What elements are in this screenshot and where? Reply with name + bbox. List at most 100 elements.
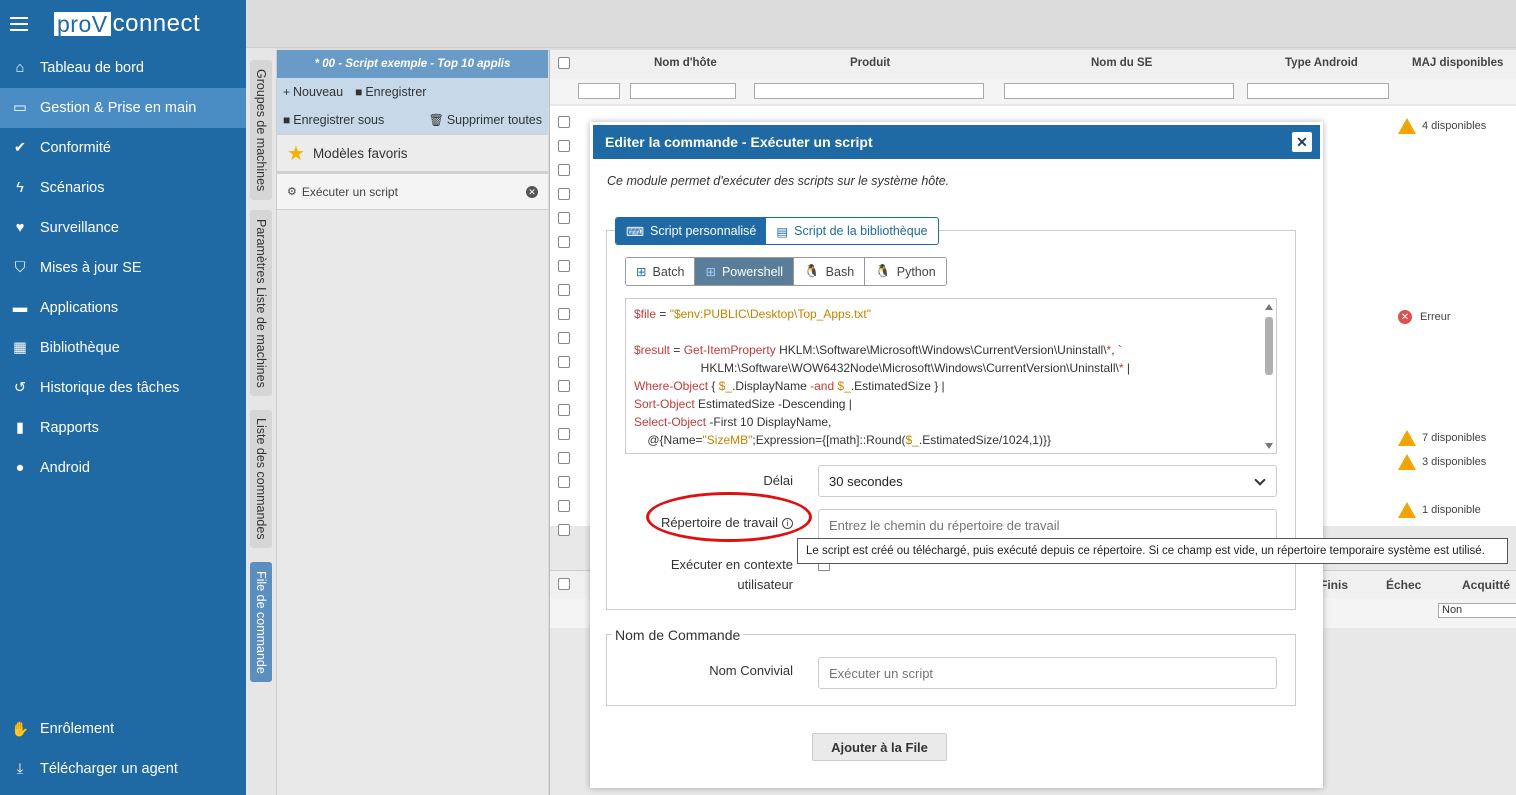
vtab-machine-list-settings[interactable]: Paramètres Liste de machines [250, 210, 272, 396]
script-editor[interactable]: $file = "$env:PUBLIC\Desktop\Top_Apps.tx… [625, 298, 1277, 454]
sidebar-item-5[interactable]: ⛉ Mises à jour SE [0, 248, 246, 288]
code-token: $_ [837, 379, 851, 393]
workdir-input[interactable] [818, 509, 1277, 541]
row-checkbox[interactable] [558, 236, 570, 248]
tab-library-script[interactable]: ▤ Script de la bibliothèque [766, 218, 937, 244]
sidebar-bottom-item-label: Télécharger un agent [40, 761, 178, 777]
row-checkbox[interactable] [558, 404, 570, 416]
add-to-queue-button[interactable]: Ajouter à la File [812, 733, 947, 761]
col-acknowledged[interactable]: Acquitté [1462, 578, 1510, 592]
shield-icon: ⛉ [14, 260, 26, 276]
col-updates[interactable]: MAJ disponibles [1412, 57, 1503, 69]
edit-command-modal: Editer la commande - Exécuter un script … [590, 122, 1508, 788]
code-token: HKLM:\Software\Microsoft\Windows\Current… [775, 343, 1107, 357]
filter-os-name[interactable] [1004, 83, 1234, 99]
history-icon: ↺ [13, 380, 27, 396]
queue-toolbar-row2: ■ Enregistrer sous 🗑 Supprimer toutes [277, 106, 548, 134]
delete-all-button[interactable]: 🗑 Supprimer toutes [429, 113, 542, 127]
sidebar-bottom-item-0[interactable]: ✋ Enrôlement [0, 709, 246, 749]
tab-custom-script[interactable]: ⌨ Script personnalisé [616, 218, 767, 244]
row-checkbox[interactable] [558, 356, 570, 368]
sidebar-item-10[interactable]: ● Android [0, 448, 246, 488]
tab-bash[interactable]: 🐧 Bash [794, 258, 866, 285]
updates-cell: 1 disponible [1398, 502, 1481, 518]
code-token: Where-Object [634, 379, 709, 393]
row-checkbox[interactable] [558, 140, 570, 152]
col-os-name[interactable]: Nom du SE [1091, 57, 1152, 69]
row-checkbox[interactable] [558, 524, 570, 536]
new-button[interactable]: + Nouveau [283, 85, 343, 99]
sidebar-item-6[interactable]: ▬ Applications [0, 288, 246, 328]
delay-label: Délai [763, 473, 793, 488]
col-hostname[interactable]: Nom d'hôte [654, 57, 717, 69]
sidebar-item-3[interactable]: ϟ Scénarios [0, 168, 246, 208]
filter-hostname[interactable] [630, 83, 736, 99]
bolt-icon: ϟ [16, 180, 24, 196]
sidebar-bottom-item-1[interactable]: ⤓ Télécharger un agent [0, 749, 246, 789]
sidebar-item-2[interactable]: ✔ Conformité [0, 128, 246, 168]
new-label: Nouveau [293, 85, 344, 99]
tab-batch[interactable]: ⊞ Batch [626, 258, 696, 285]
code-token: Get-ItemProperty [683, 343, 776, 357]
chart-icon: ▮ [16, 420, 24, 436]
chevron-down-icon [1254, 474, 1266, 486]
vtab-command-list[interactable]: Liste des commandes [250, 410, 272, 548]
delay-select[interactable]: 30 secondes [818, 465, 1277, 497]
remove-command-icon[interactable]: ✕ [526, 186, 538, 198]
sidebar-item-7[interactable]: ▦ Bibliothèque [0, 328, 246, 368]
scroll-up-icon[interactable] [1265, 304, 1273, 310]
row-checkbox[interactable] [558, 116, 570, 128]
sidebar-item-8[interactable]: ↺ Historique des tâches [0, 368, 246, 408]
sidebar-item-label: Conformité [40, 140, 111, 156]
filter-product[interactable] [754, 83, 984, 99]
queued-command-item[interactable]: ⚙ Exécuter un script ✕ [277, 174, 548, 210]
sidebar-item-1[interactable]: ▭ Gestion & Prise en main [0, 88, 246, 128]
row-checkbox[interactable] [558, 380, 570, 392]
row-checkbox[interactable] [558, 260, 570, 272]
save-as-button[interactable]: ■ Enregistrer sous [283, 113, 384, 127]
hamburger-menu-icon[interactable] [10, 17, 28, 31]
vtab-groups[interactable]: Groupes de machines [250, 60, 272, 200]
scroll-thumb[interactable] [1265, 317, 1273, 375]
favorite-templates[interactable]: ★ Modèles favoris [277, 134, 548, 174]
sidebar-item-9[interactable]: ▮ Rapports [0, 408, 246, 448]
lower-select-all-checkbox[interactable] [558, 578, 570, 590]
updates-cell: 3 disponibles [1398, 454, 1486, 470]
friendly-name-input[interactable] [818, 657, 1277, 689]
col-android-type[interactable]: Type Android [1285, 57, 1358, 69]
row-checkbox[interactable] [558, 188, 570, 200]
tab-powershell[interactable]: ⊞ Powershell [695, 258, 795, 285]
col-product[interactable]: Produit [850, 57, 890, 69]
row-checkbox[interactable] [558, 212, 570, 224]
warning-icon [1398, 118, 1416, 134]
table-header: Nom d'hôte Produit Nom du SE Type Androi… [550, 50, 1516, 78]
editor-scrollbar[interactable] [1264, 301, 1274, 451]
tab-python[interactable]: 🐧 Python [865, 258, 946, 285]
row-checkbox[interactable] [558, 428, 570, 440]
sidebar-header: proV connect [0, 0, 246, 48]
row-checkbox[interactable] [558, 308, 570, 320]
vtab-command-queue[interactable]: File de commande [250, 562, 272, 682]
row-checkbox[interactable] [558, 452, 570, 464]
save-button[interactable]: ■ Enregistrer [355, 85, 426, 99]
close-icon[interactable]: ✕ [1292, 132, 1312, 152]
row-checkbox[interactable] [558, 164, 570, 176]
filter-acknowledged[interactable]: Non [1438, 603, 1516, 618]
code-icon: ⌨ [626, 224, 645, 239]
row-checkbox[interactable] [558, 332, 570, 344]
app-logo[interactable]: proV connect [54, 10, 200, 38]
row-checkbox[interactable] [558, 476, 570, 488]
select-all-checkbox[interactable] [558, 57, 570, 69]
col-finished[interactable]: Finis [1320, 578, 1348, 592]
row-checkbox[interactable] [558, 500, 570, 512]
row-checkbox[interactable] [558, 284, 570, 296]
friendly-name-label: Nom Convivial [709, 663, 793, 678]
scroll-down-icon[interactable] [1265, 443, 1273, 449]
code-line: Sort-Object EstimatedSize -Descending | [634, 395, 1268, 413]
filter-select-first[interactable] [578, 83, 620, 99]
filter-android-type[interactable] [1247, 83, 1389, 99]
col-failed[interactable]: Échec [1386, 578, 1421, 592]
code-token: .EstimatedSize/1024,1)}} [918, 433, 1051, 447]
sidebar-item-0[interactable]: ⌂ Tableau de bord [0, 48, 246, 88]
sidebar-item-4[interactable]: ♥ Surveillance [0, 208, 246, 248]
